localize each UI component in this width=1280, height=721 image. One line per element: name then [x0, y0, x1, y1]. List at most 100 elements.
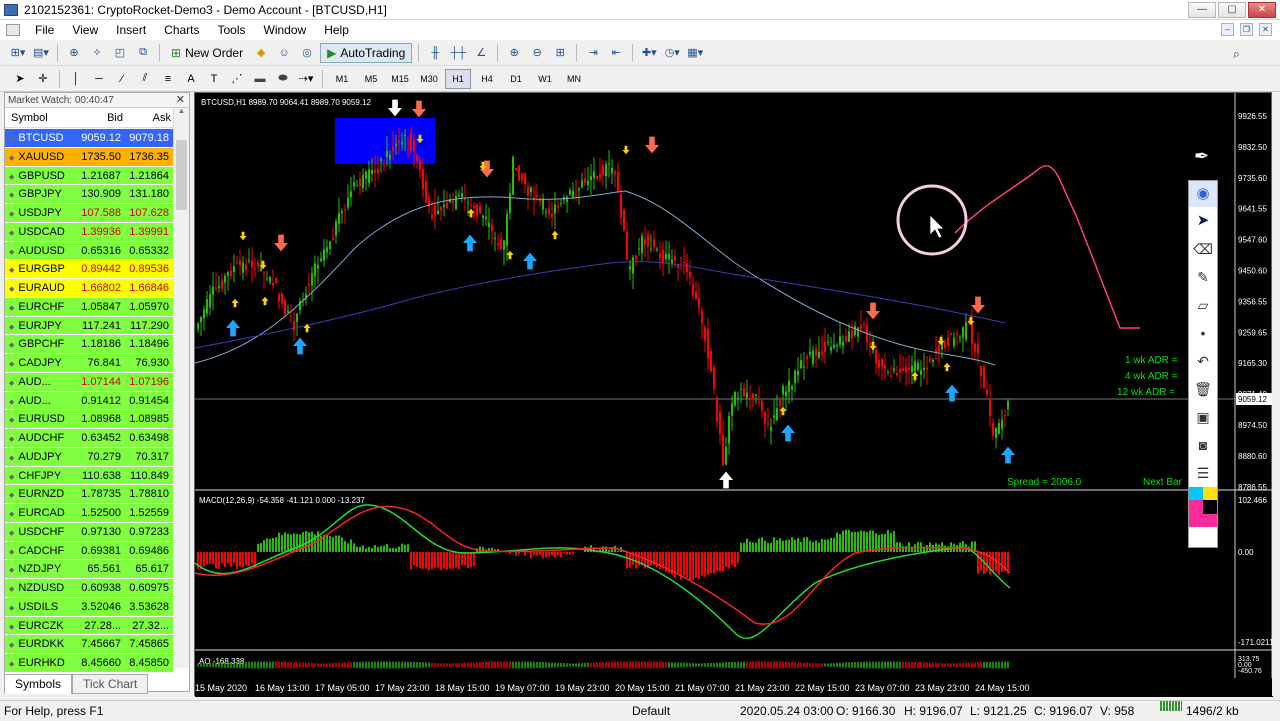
pointer-tool-icon[interactable]: ➤ [1189, 207, 1217, 235]
symbol-row[interactable]: CADJPY76.84176.930 [5, 354, 173, 373]
maximize-button[interactable]: ▢ [1218, 2, 1246, 18]
notes-icon[interactable]: ☰ [1189, 459, 1217, 487]
scroll-up-icon[interactable]: ▲ [174, 108, 189, 115]
eraser-icon[interactable]: ⌫ [1189, 235, 1217, 263]
color-palette-icon[interactable] [1189, 487, 1217, 527]
navigator-icon[interactable]: ◰ [110, 43, 130, 63]
autoscroll-icon[interactable]: ⇥ [583, 43, 603, 63]
metaeditor-icon[interactable]: ◆ [251, 43, 271, 63]
undo-icon[interactable]: ↶ [1189, 347, 1217, 375]
symbol-row[interactable]: XAUUSD1735.501736.35 [5, 148, 173, 167]
timeframe-h1[interactable]: H1 [445, 69, 471, 89]
symbol-row[interactable]: CADCHF0.693810.69486 [5, 542, 173, 561]
symbol-row[interactable]: USDJPY107.588107.628 [5, 204, 173, 223]
symbol-row[interactable]: BTCUSD9059.129079.18 [5, 129, 173, 148]
symbol-row[interactable]: AUDCHF0.634520.63498 [5, 429, 173, 448]
symbol-row[interactable]: EURUSD1.089681.08985 [5, 410, 173, 429]
pen-icon[interactable]: ✎ [1189, 263, 1217, 291]
menu-charts[interactable]: Charts [155, 20, 208, 40]
signals-icon[interactable]: ☺ [274, 43, 294, 63]
indicators-icon[interactable]: ✚▾ [639, 43, 659, 63]
periods-icon[interactable]: ◷▾ [662, 43, 682, 63]
mdi-minimize-button[interactable]: – [1221, 23, 1234, 36]
rectangle-icon[interactable]: ▬ [250, 69, 270, 89]
timeframe-m30[interactable]: M30 [416, 69, 442, 89]
symbol-row[interactable]: NZDJPY65.56165.617 [5, 560, 173, 579]
col-ask[interactable]: Ask [123, 108, 171, 127]
market-watch-icon[interactable]: ⊕ [64, 43, 84, 63]
timeframe-w1[interactable]: W1 [532, 69, 558, 89]
text-label-icon[interactable]: T [204, 69, 224, 89]
menu-insert[interactable]: Insert [107, 20, 155, 40]
highlighter-icon[interactable]: ▱ [1189, 291, 1217, 319]
bar-chart-icon[interactable]: ╫ [425, 43, 445, 63]
profiles-icon[interactable]: ▤▾ [31, 43, 51, 63]
symbol-row[interactable]: EURGBP0.894420.89536 [5, 260, 173, 279]
dot-icon[interactable]: • [1189, 319, 1217, 347]
fibonacci-icon[interactable]: ≡ [158, 69, 178, 89]
timeframe-m15[interactable]: M15 [387, 69, 413, 89]
ellipse-icon[interactable]: ⬬ [273, 69, 293, 89]
data-window-icon[interactable]: ✧ [87, 43, 107, 63]
symbol-row[interactable]: EURAUD1.668021.66846 [5, 279, 173, 298]
symbol-row[interactable]: EURCZK27.28...27.32... [5, 617, 173, 636]
symbol-row[interactable]: EURCHF1.058471.05970 [5, 298, 173, 317]
cursor-icon[interactable]: ➤ [10, 69, 30, 89]
chart-window[interactable]: BTCUSD,H1 8989.70 9064.41 8989.70 9059.1… [194, 92, 1272, 696]
symbol-row[interactable]: AUD...0.914120.91454 [5, 392, 173, 411]
timeframe-m5[interactable]: M5 [358, 69, 384, 89]
gann-icon[interactable]: ⋰ [227, 69, 247, 89]
menu-window[interactable]: Window [255, 20, 316, 40]
terminal-icon[interactable]: ⧉ [133, 43, 153, 63]
crosshair-icon[interactable]: ✛ [33, 69, 53, 89]
symbol-row[interactable]: EURHKD8.456608.45850 [5, 654, 173, 673]
vps-icon[interactable]: ◎ [297, 43, 317, 63]
symbol-row[interactable]: NZDUSD0.609380.60975 [5, 579, 173, 598]
symbol-row[interactable]: USDCAD1.399361.39991 [5, 223, 173, 242]
chart-shift-icon[interactable]: ⇤ [606, 43, 626, 63]
arrows-icon[interactable]: ⇢▾ [296, 69, 316, 89]
candlestick-icon[interactable]: ┼┼ [448, 43, 468, 63]
channel-icon[interactable]: ⫽ [135, 69, 155, 89]
line-chart-icon[interactable]: ∠ [471, 43, 491, 63]
price-chart[interactable]: BTCUSD,H1 8989.70 9064.41 8989.70 9059.1… [195, 93, 1273, 697]
symbol-row[interactable]: EURJPY117.241117.290 [5, 317, 173, 336]
trash-icon[interactable]: 🗑 [1189, 375, 1217, 403]
board-icon[interactable]: ▣ [1189, 403, 1217, 431]
mdi-restore-button[interactable]: ❐ [1240, 23, 1253, 36]
eye-icon[interactable]: ◉ [1189, 181, 1217, 207]
symbol-row[interactable]: EURCAD1.525001.52559 [5, 504, 173, 523]
close-button[interactable]: ✕ [1248, 2, 1276, 18]
symbol-row[interactable]: USDCHF0.971300.97233 [5, 523, 173, 542]
symbol-row[interactable]: GBPCHF1.181861.18496 [5, 335, 173, 354]
templates-icon[interactable]: ▦▾ [685, 43, 705, 63]
scroll-thumb[interactable] [176, 140, 187, 210]
col-symbol[interactable]: Symbol [5, 108, 73, 127]
symbol-row[interactable]: CHFJPY110.638110.849 [5, 467, 173, 486]
trendline-icon[interactable]: ⁄ [112, 69, 132, 89]
menu-help[interactable]: Help [315, 20, 358, 40]
autotrading-button[interactable]: ▶AutoTrading [320, 43, 412, 63]
tab-symbols[interactable]: Symbols [4, 674, 72, 694]
minimize-button[interactable]: — [1188, 2, 1216, 18]
timeframe-d1[interactable]: D1 [503, 69, 529, 89]
timeframe-m1[interactable]: M1 [329, 69, 355, 89]
timeframe-h4[interactable]: H4 [474, 69, 500, 89]
market-watch-scrollbar[interactable]: ▲ [173, 108, 189, 668]
menu-tools[interactable]: Tools [209, 20, 255, 40]
status-profile[interactable]: Default [632, 701, 670, 721]
col-bid[interactable]: Bid [73, 108, 123, 127]
vertical-line-icon[interactable]: │ [66, 69, 86, 89]
symbol-row[interactable]: AUD...1.071441.07196 [5, 373, 173, 392]
menu-file[interactable]: File [26, 20, 63, 40]
zoom-in-icon[interactable]: ⊕ [504, 43, 524, 63]
tile-windows-icon[interactable]: ⊞ [550, 43, 570, 63]
camera-icon[interactable]: ◙ [1189, 431, 1217, 459]
symbol-row[interactable]: USDILS3.520463.53628 [5, 598, 173, 617]
symbol-row[interactable]: AUDJPY70.27970.317 [5, 448, 173, 467]
market-watch-close-icon[interactable]: ✕ [176, 93, 185, 108]
mdi-close-button[interactable]: ✕ [1259, 23, 1272, 36]
new-order-button[interactable]: ⊞New Order [166, 43, 248, 63]
symbol-row[interactable]: GBPUSD1.216871.21864 [5, 167, 173, 186]
symbol-row[interactable]: GBPJPY130.909131.180 [5, 185, 173, 204]
